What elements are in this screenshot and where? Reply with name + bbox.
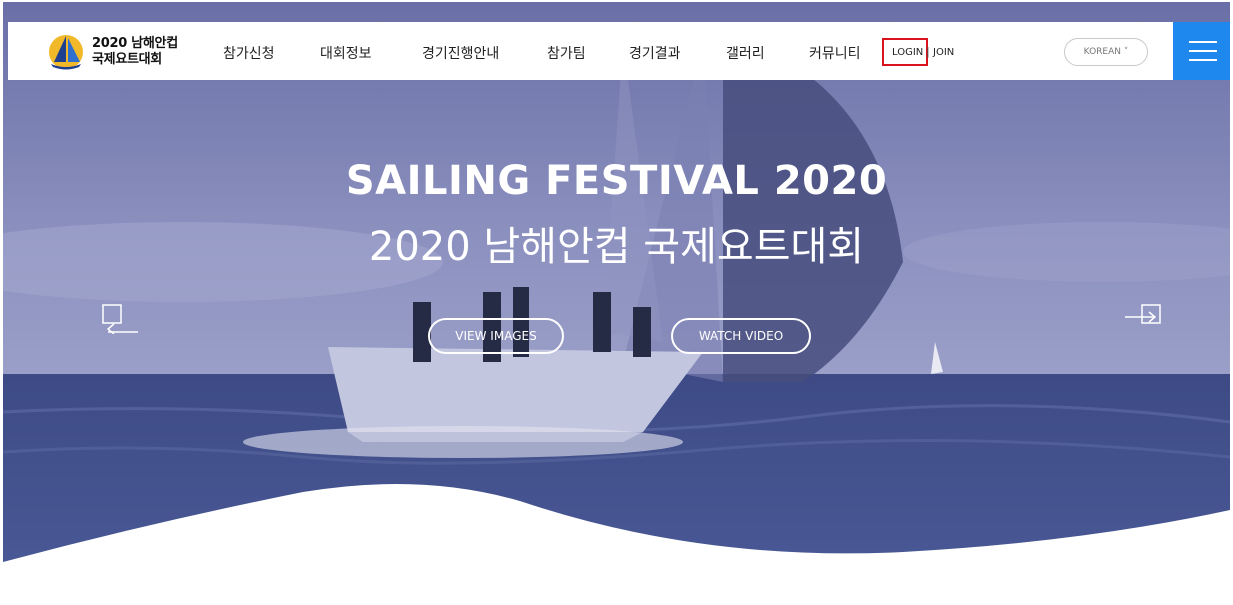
arrow-right-icon[interactable] (1123, 304, 1163, 334)
hamburger-icon[interactable] (1173, 22, 1230, 80)
nav-item-apply[interactable]: 참가신청 (223, 43, 275, 63)
hero-title-en: SAILING FESTIVAL 2020 (345, 158, 888, 204)
auth-separator: | (926, 45, 930, 58)
sailboat-logo-icon[interactable] (46, 32, 86, 72)
page-frame: SAILING FESTIVAL 2020 2020 남해안컵 국제요트대회 V… (3, 2, 1230, 584)
hero-scene (3, 2, 1230, 584)
nav-item-results[interactable]: 경기결과 (629, 43, 681, 63)
watch-video-button[interactable]: WATCH VIDEO (671, 318, 811, 354)
login-link[interactable]: LOGIN (892, 47, 923, 58)
brand-name[interactable]: 2020 남해안컵 국제요트대회 (92, 36, 178, 68)
nav-item-community[interactable]: 커뮤니티 (809, 43, 861, 63)
view-images-button[interactable]: VIEW IMAGES (428, 318, 564, 354)
arrow-left-icon[interactable] (100, 304, 140, 335)
join-link[interactable]: JOIN (933, 47, 954, 58)
nav-item-gallery[interactable]: 갤러리 (726, 43, 765, 63)
hero-background (3, 2, 1230, 584)
site-header: 2020 남해안컵 국제요트대회 참가신청 대회정보 경기진행안내 참가팀 경기… (8, 22, 1230, 80)
nav-item-info[interactable]: 대회정보 (320, 43, 372, 63)
brand-line2: 국제요트대회 (92, 52, 162, 67)
language-select[interactable]: KOREAN ˅ (1064, 38, 1148, 66)
hero-title-ko: 2020 남해안컵 국제요트대회 (368, 224, 865, 270)
brand-line1: 2020 남해안컵 (92, 36, 178, 51)
nav-item-teams[interactable]: 참가팀 (547, 43, 586, 63)
nav-item-guide[interactable]: 경기진행안내 (422, 43, 499, 63)
